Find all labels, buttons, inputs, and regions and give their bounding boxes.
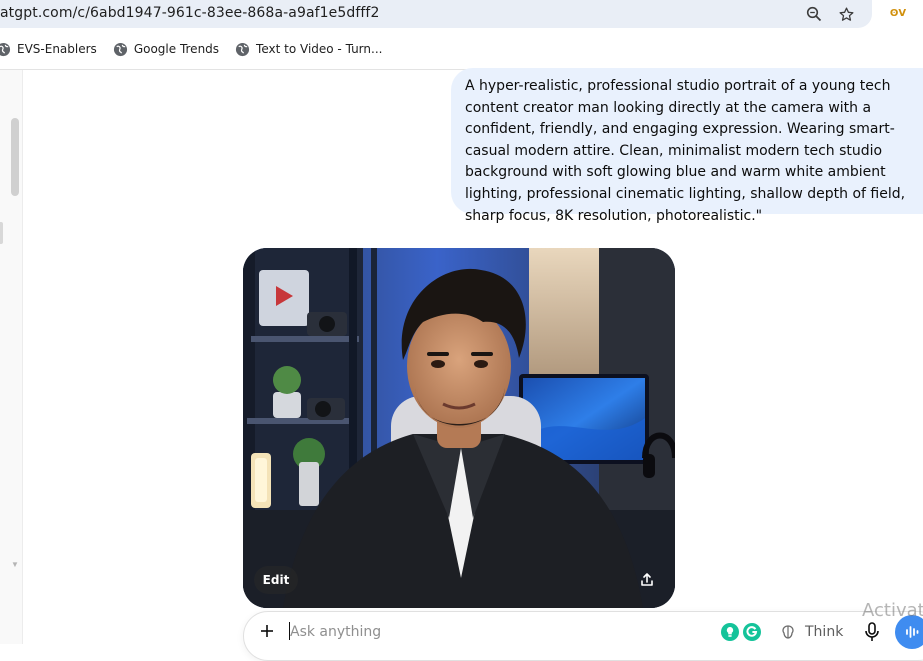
generated-image[interactable] — [243, 248, 675, 608]
microphone-icon — [865, 622, 879, 641]
think-label: Think — [805, 624, 844, 640]
bookmarks-bar: EVS-Enablers Google Trends Text to Video… — [0, 38, 398, 60]
globe-icon — [235, 42, 250, 56]
bookmark-label: Google Trends — [133, 42, 220, 56]
scroll-down-icon[interactable]: ▼ — [11, 560, 19, 569]
activate-windows-watermark: Activat — [862, 600, 923, 621]
user-message-text: A hyper-realistic, professional studio p… — [465, 78, 906, 224]
bookmark-google-trends[interactable]: Google Trends — [113, 38, 219, 60]
grammarly-icon[interactable] — [742, 622, 762, 642]
prompt-input[interactable] — [290, 622, 610, 642]
sidebar-item-edge[interactable] — [0, 222, 3, 244]
address-bar[interactable]: atgpt.com/c/6abd1947-961c-83ee-868a-a9af… — [0, 0, 872, 28]
portrait-image — [243, 248, 675, 608]
browser-chrome: atgpt.com/c/6abd1947-961c-83ee-868a-a9af… — [0, 0, 923, 70]
bookmark-label: EVS-Enablers — [17, 42, 97, 56]
lightbulb-icon[interactable] — [720, 622, 740, 642]
bookmark-star-icon[interactable] — [836, 4, 856, 24]
zoom-icon[interactable] — [804, 4, 824, 24]
user-message-bubble: A hyper-realistic, professional studio p… — [451, 68, 923, 224]
brain-icon — [782, 625, 794, 639]
edit-image-button[interactable]: Edit — [254, 566, 298, 594]
plus-icon — [261, 625, 273, 637]
waveform-icon — [906, 626, 919, 638]
globe-icon — [113, 42, 127, 56]
dictate-button[interactable] — [861, 620, 883, 644]
extension-icons — [720, 621, 762, 643]
add-attachment-button[interactable] — [256, 620, 278, 642]
url-text[interactable]: atgpt.com/c/6abd1947-961c-83ee-868a-a9af… — [0, 5, 379, 21]
share-icon[interactable] — [634, 567, 660, 593]
globe-icon — [0, 42, 11, 56]
extension-icon[interactable]: ʘV — [888, 5, 908, 21]
bookmark-label: Text to Video - Turn... — [256, 42, 383, 56]
bookmark-evs-enablers[interactable]: EVS-Enablers — [0, 38, 97, 60]
think-button[interactable]: Think — [779, 619, 843, 645]
sidebar-scrollbar[interactable] — [11, 118, 19, 196]
bookmark-text-to-video[interactable]: Text to Video - Turn... — [235, 38, 382, 60]
